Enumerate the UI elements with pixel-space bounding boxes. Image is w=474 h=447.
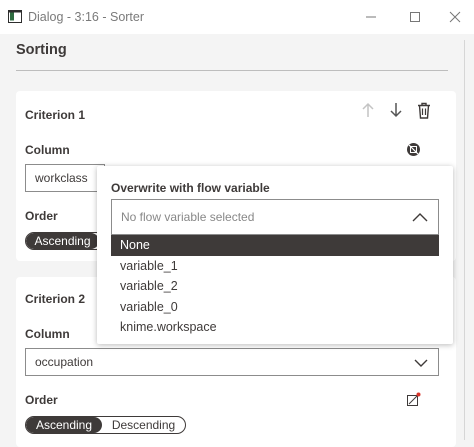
chevron-down-icon xyxy=(414,357,428,371)
heading-divider xyxy=(16,70,448,71)
column-select[interactable]: occupation xyxy=(25,348,439,376)
window-titlebar: Dialog - 3:16 - Sorter xyxy=(0,0,474,34)
close-button[interactable] xyxy=(436,0,474,34)
arrow-down-icon[interactable] xyxy=(388,102,404,118)
list-item[interactable]: knime.workspace xyxy=(111,317,439,338)
column-select-value: occupation xyxy=(35,355,94,369)
minimize-button[interactable] xyxy=(348,0,394,34)
order-descending-option[interactable]: Descending xyxy=(102,417,185,433)
page-title: Sorting xyxy=(16,42,67,58)
list-item[interactable]: None xyxy=(111,235,439,256)
column-label: Column xyxy=(25,327,70,341)
criterion-title: Criterion 2 xyxy=(25,292,86,306)
flow-variable-icon[interactable] xyxy=(405,141,421,157)
arrow-up-icon[interactable] xyxy=(360,102,376,118)
order-toggle[interactable]: Ascending Descending xyxy=(25,416,186,434)
popover-title: Overwrite with flow variable xyxy=(111,181,270,195)
maximize-button[interactable] xyxy=(392,0,438,34)
column-select-value: workclass xyxy=(35,171,88,185)
criterion-title: Criterion 1 xyxy=(25,108,86,122)
flow-variable-options: None variable_1 variable_2 variable_0 kn… xyxy=(111,235,439,338)
flow-variable-placeholder: No flow variable selected xyxy=(121,210,255,224)
flow-variable-select[interactable]: No flow variable selected xyxy=(111,199,439,235)
flow-variable-icon[interactable] xyxy=(405,391,421,407)
list-item[interactable]: variable_1 xyxy=(111,256,439,277)
chevron-up-icon xyxy=(412,211,428,225)
scrollbar-track[interactable] xyxy=(464,40,465,440)
column-select[interactable]: workclass xyxy=(25,164,105,192)
column-label: Column xyxy=(25,143,70,157)
list-item[interactable]: variable_2 xyxy=(111,276,439,297)
order-ascending-option[interactable]: Ascending xyxy=(26,233,99,249)
order-label: Order xyxy=(25,209,58,223)
trash-icon[interactable] xyxy=(416,101,432,119)
order-label: Order xyxy=(25,393,58,407)
window-title: Dialog - 3:16 - Sorter xyxy=(28,10,145,24)
order-ascending-option[interactable]: Ascending xyxy=(26,417,102,433)
order-toggle[interactable]: Ascending xyxy=(25,232,105,250)
app-icon xyxy=(8,10,22,23)
list-item[interactable]: variable_0 xyxy=(111,297,439,318)
